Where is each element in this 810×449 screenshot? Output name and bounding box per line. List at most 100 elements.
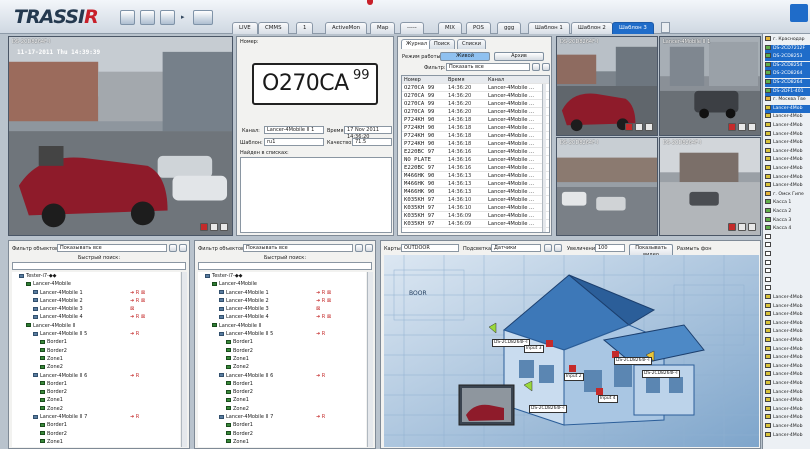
object-list-item[interactable]: Lancer-4Mob — [765, 122, 810, 130]
object-list-item[interactable]: Касса 4 — [765, 225, 810, 233]
object-list-item[interactable]: Lancer-4Mob — [765, 156, 810, 164]
tree-item[interactable]: Border2 — [198, 347, 366, 355]
tree-item[interactable]: Lancer-4Mobile II 6 ➜ R — [198, 372, 366, 380]
map-marker-label[interactable]: Input 3 — [524, 345, 544, 353]
camera-view-1[interactable]: DS-2CD8264F-I — [556, 36, 658, 136]
ptz-icon[interactable] — [738, 123, 746, 131]
object-list-item[interactable]: г. Москва Тве — [765, 96, 810, 104]
object-list-item[interactable]: Касса 1 — [765, 199, 810, 207]
journal-tab-1[interactable]: Поиск — [429, 39, 455, 49]
tree-item[interactable]: Zone1 — [12, 396, 180, 404]
snapshot-icon[interactable] — [748, 123, 756, 131]
tree-item[interactable]: Border2 — [198, 388, 366, 396]
tab-0[interactable]: LIVE — [232, 22, 258, 34]
maps-dropdown[interactable]: OUTDOOR — [401, 244, 459, 252]
tree-item[interactable]: Border1 — [12, 338, 180, 346]
object-list-item[interactable] — [765, 251, 810, 259]
object-tree-scrollbar[interactable] — [367, 272, 373, 447]
tree-item[interactable]: Border1 — [12, 421, 180, 429]
ptz-icon[interactable] — [635, 123, 643, 131]
settings-icon[interactable] — [179, 244, 187, 252]
map-edit-icon[interactable] — [544, 244, 552, 252]
object-list-item[interactable]: Lancer-4Mob — [765, 182, 810, 190]
object-list-item[interactable] — [765, 268, 810, 276]
object-list-item[interactable] — [765, 233, 810, 242]
object-list-item[interactable] — [765, 242, 810, 250]
snapshot-icon[interactable] — [748, 223, 756, 231]
tree-item[interactable]: Lancer-4Mobile 3 ⊠ — [198, 305, 366, 313]
object-list-item[interactable]: г. Омск Гипе — [765, 190, 810, 199]
tree-item[interactable]: Lancer-4Mobile II 6 ➜ R — [12, 372, 180, 380]
tree-item[interactable]: Tester-i7-◆◆ — [198, 272, 366, 280]
object-list-item[interactable]: Lancer-4Mob — [765, 147, 810, 156]
object-list-item[interactable]: Lancer-4Mob — [765, 414, 810, 422]
quick-search-input[interactable] — [12, 262, 186, 270]
tree-item[interactable]: Border2 — [12, 347, 180, 355]
settings-button[interactable] — [140, 10, 155, 25]
map-marker-label[interactable]: DS-2CD8264F-I — [642, 370, 680, 378]
object-list-item[interactable]: Lancer-4Mob — [765, 311, 810, 319]
tree-item[interactable]: Lancer-4Mobile 1 ➜ R ⊠ — [198, 289, 366, 297]
screenshot-button[interactable] — [120, 10, 135, 25]
arrow-right-icon[interactable]: ▸ — [181, 13, 185, 21]
tree-item[interactable]: Zone1 — [12, 355, 180, 363]
record-icon[interactable] — [625, 123, 633, 131]
journal-row[interactable]: Е220ВС 97 14:36:16 Lancer-4Mobile ... — [402, 164, 549, 172]
object-list-item[interactable]: Lancer-4Mob — [765, 380, 810, 388]
map-settings-icon[interactable] — [554, 244, 562, 252]
camera-view-2[interactable]: Lancer-4Mobile II 1 — [659, 36, 761, 136]
tree-item[interactable]: Lancer-4Mobile 2 ➜ R ⊠ — [198, 297, 366, 305]
object-list-item[interactable]: Lancer-4Mob — [765, 354, 810, 362]
tree-item[interactable]: Lancer-4Mobile 2 ➜ R ⊠ — [12, 297, 180, 305]
add-tab-button[interactable] — [661, 22, 670, 33]
journal-row[interactable]: М466НК 90 14:36:13 Lancer-4Mobile ... — [402, 180, 549, 188]
tree-item[interactable]: Lancer-4Mobile II 5 ➜ R — [12, 330, 180, 338]
journal-tab-0[interactable]: Журнал — [401, 39, 433, 49]
journal-row[interactable]: NO PLATE 14:36:16 Lancer-4Mobile ... — [402, 156, 549, 164]
map-marker-label[interactable]: Input 2 — [564, 373, 584, 381]
object-list-item[interactable]: Lancer-4Mob — [765, 431, 810, 440]
object-filter-dropdown[interactable]: Показывать все — [57, 244, 167, 252]
zoom-dropdown[interactable]: 100 — [595, 244, 625, 252]
tree-item[interactable]: Zone2 — [198, 446, 366, 447]
object-list-item[interactable]: Lancer-4Mob — [765, 423, 810, 431]
tree-item[interactable]: Border1 — [198, 421, 366, 429]
tree-item[interactable]: Lancer-4Mobile 4 ➜ R ⊠ — [198, 313, 366, 321]
tree-item[interactable]: Lancer-4Mobile — [198, 280, 366, 288]
tab-3[interactable]: ActiveMon — [325, 22, 368, 34]
object-list-item[interactable]: Lancer-4Mob — [765, 397, 810, 405]
object-list-item[interactable]: DS-2CD8253 — [765, 53, 810, 62]
tree-item[interactable]: Border2 — [12, 388, 180, 396]
object-list-item[interactable]: Lancer-4Mob — [765, 165, 810, 173]
tab-11[interactable]: Шаблон 3 — [612, 22, 654, 34]
tree-item[interactable]: Lancer-4Mobile 3 ⊠ — [12, 305, 180, 313]
tree-item[interactable]: Lancer-4Mobile II — [12, 322, 180, 330]
user-icon[interactable] — [790, 4, 808, 22]
map-marker-label[interactable]: DS-2CD8264F-I — [614, 357, 652, 365]
tab-9[interactable]: Шаблон 1 — [528, 22, 570, 34]
map-marker-label[interactable]: Input 4 — [598, 395, 618, 403]
journal-row[interactable]: Р724КН 90 14:36:18 Lancer-4Mobile ... — [402, 124, 549, 132]
snapshot-icon[interactable] — [220, 223, 228, 231]
sensor-marker-icon[interactable] — [546, 340, 553, 347]
camera-view-3[interactable]: DS-2CD8264F-I — [556, 137, 658, 236]
object-list-item[interactable]: Lancer-4Mob — [765, 139, 810, 147]
record-icon[interactable] — [728, 123, 736, 131]
object-list-item[interactable]: DS-2CD8264 — [765, 70, 810, 79]
object-tree-scrollbar[interactable] — [181, 272, 187, 447]
object-list-item[interactable]: Lancer-4Mob — [765, 362, 810, 371]
tree-item[interactable]: Zone2 — [12, 405, 180, 413]
object-list-item[interactable]: DS-2DF1-401 — [765, 87, 810, 96]
object-list-item[interactable]: Lancer-4Mob — [765, 388, 810, 397]
tree-item[interactable]: Border2 — [12, 430, 180, 438]
journal-row[interactable]: К035КН 97 14:36:10 Lancer-4Mobile ... — [402, 204, 549, 212]
object-list-item[interactable]: DS-2CD8254 — [765, 61, 810, 70]
object-list-item[interactable]: Касса 3 — [765, 216, 810, 225]
object-list-item[interactable] — [765, 259, 810, 268]
object-list-item[interactable]: Lancer-4Mob — [765, 371, 810, 379]
tab-5[interactable]: ----- — [400, 22, 424, 34]
tree-item[interactable]: Lancer-4Mobile II 7 ➜ R — [12, 413, 180, 421]
tree-item[interactable]: Zone2 — [198, 363, 366, 371]
tree-item[interactable]: Zone1 — [198, 396, 366, 404]
blur-background-checkbox[interactable]: Размыть фон — [677, 246, 712, 252]
